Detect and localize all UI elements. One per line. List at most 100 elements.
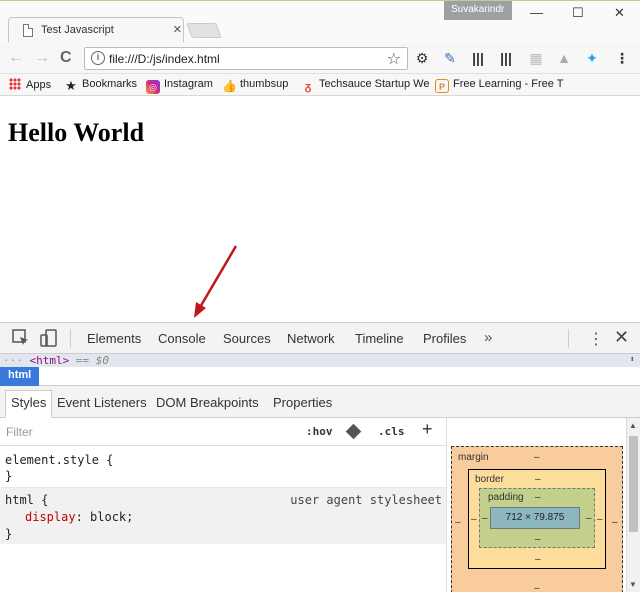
devtools-panel: Elements Console Sources Network Timelin… — [0, 322, 640, 592]
margin-left-value[interactable]: – — [455, 517, 461, 528]
tab-timeline[interactable]: Timeline — [355, 331, 404, 346]
pattern-icon[interactable]: ▦ — [528, 50, 544, 66]
cls-toggle[interactable]: .cls — [378, 425, 405, 438]
node-suffix: == $0 — [75, 354, 109, 367]
tab-styles[interactable]: Styles — [5, 390, 53, 418]
maximize-button[interactable]: ☐ — [572, 5, 584, 21]
tab-event-listeners[interactable]: Event Listeners — [57, 395, 147, 410]
scroll-arrows-icon[interactable]: ⬍ — [630, 354, 635, 367]
border-left-value[interactable]: – — [471, 514, 477, 525]
filter-input[interactable] — [2, 422, 282, 442]
toolbar-divider — [70, 329, 71, 348]
scrollbar-thumb[interactable] — [629, 436, 638, 532]
new-rule-button[interactable]: + — [422, 419, 433, 440]
page-info-icon[interactable]: i — [91, 51, 105, 65]
padding-left-value[interactable]: – — [482, 513, 488, 524]
back-icon[interactable]: ← — [8, 49, 24, 67]
bookmark-free-learning[interactable]: P Free Learning - Free T — [435, 78, 563, 93]
scroll-down-icon[interactable]: ▼ — [629, 580, 637, 589]
bookmarks-bar: Apps ★ Bookmarks ◎ Instagram 👍 thumbsup ᵹ Te… — [0, 74, 640, 96]
tab-elements[interactable]: Elements — [87, 331, 141, 346]
eyedropper-icon[interactable]: ✎ — [442, 50, 458, 66]
element-style-rule[interactable]: element.style { } — [0, 446, 446, 488]
bookmark-label: thumbsup — [240, 78, 289, 90]
tab-dom-breakpoints[interactable]: DOM Breakpoints — [156, 395, 259, 410]
bookmark-star-icon[interactable]: ☆ — [387, 49, 401, 69]
node-dots: ··· — [3, 354, 23, 367]
bookmark-techsauce[interactable]: ᵹ Techsauce Startup We — [301, 78, 430, 94]
device-toolbar-icon[interactable] — [40, 329, 58, 347]
breadcrumb-html[interactable]: html — [0, 367, 40, 386]
padding-right-value[interactable]: – — [586, 513, 592, 524]
techsauce-icon: ᵹ — [304, 81, 312, 93]
tab-title: Test Javascript — [41, 24, 114, 36]
node-tag[interactable]: <html> — [30, 354, 70, 367]
padding-top-value[interactable]: – — [535, 492, 541, 503]
selected-node-line[interactable]: ··· <html> == $0 ⬍ — [0, 354, 640, 367]
twitter-icon[interactable]: ✦ — [584, 50, 600, 66]
tab-profiles[interactable]: Profiles — [423, 331, 466, 346]
tab-network[interactable]: Network — [287, 331, 335, 346]
rule-selector: element.style { — [5, 453, 114, 467]
bookmark-thumbsup[interactable]: 👍 thumbsup — [222, 78, 288, 93]
margin-top-value[interactable]: – — [534, 452, 540, 463]
tab-close-icon[interactable]: × — [173, 21, 182, 38]
bookmark-label: Bookmarks — [82, 78, 138, 90]
address-bar[interactable]: i file:///D:/js/index.html ☆ — [84, 47, 408, 70]
css-value[interactable]: block; — [90, 510, 133, 524]
padding-bottom-value[interactable]: – — [535, 534, 541, 545]
margin-bottom-value[interactable]: – — [534, 583, 540, 592]
devtools-close-icon[interactable]: ✕ — [614, 327, 629, 348]
bookmark-instagram[interactable]: ◎ Instagram — [146, 78, 213, 94]
border-bottom-value[interactable]: – — [535, 554, 541, 565]
scroll-up-icon[interactable]: ▲ — [629, 421, 637, 430]
styles-filter-bar: :hov .cls + — [0, 418, 446, 446]
bookmark-label: Apps — [26, 79, 52, 91]
packt-icon: P — [435, 79, 449, 93]
barcode-icon[interactable]: ||| — [470, 50, 486, 66]
browser-toolbar: ← → C i file:///D:/js/index.html ☆ ⚙ ✎ |… — [0, 42, 640, 74]
browser-tab[interactable]: Test Javascript × — [8, 17, 184, 44]
bookmark-bookmarks[interactable]: ★ Bookmarks — [64, 78, 137, 93]
border-top-value[interactable]: – — [535, 474, 541, 485]
devtools-menu-icon[interactable]: ⋮ — [588, 329, 604, 349]
forward-icon[interactable]: → — [34, 49, 50, 67]
html-rule[interactable]: html { user agent stylesheet display: bl… — [0, 488, 446, 544]
profile-badge[interactable]: Suvakarindr — [444, 1, 512, 20]
barcode-icon[interactable]: ||| — [498, 50, 514, 66]
tab-console[interactable]: Console — [158, 331, 206, 346]
box-model-margin[interactable]: margin – – – – border – – – – padding – … — [451, 446, 623, 592]
rule-source: user agent stylesheet — [290, 493, 442, 507]
thumbs-up-icon: 👍 — [222, 79, 237, 93]
margin-right-value[interactable]: – — [612, 517, 618, 528]
title-bar: Test Javascript × Suvakarindr — ☐ ✕ — [0, 0, 640, 44]
close-window-button[interactable]: ✕ — [614, 5, 625, 21]
box-model-padding[interactable]: padding – – – – 712 × 79.875 — [479, 488, 595, 548]
sidebar-scrollbar[interactable]: ▲ ▼ — [626, 418, 640, 592]
style-rules: element.style { } html { user agent styl… — [0, 446, 446, 592]
page-viewport: Hello World — [0, 96, 640, 322]
apps-grid-icon — [9, 78, 21, 90]
minimize-button[interactable]: — — [530, 5, 543, 20]
tab-properties[interactable]: Properties — [273, 395, 332, 410]
devtools-tab-bar: Elements Console Sources Network Timelin… — [0, 323, 640, 354]
element-state-icon[interactable] — [345, 423, 362, 440]
bookmark-apps[interactable]: Apps — [9, 78, 51, 91]
menu-icon[interactable]: ⋮ — [614, 50, 630, 66]
border-right-value[interactable]: – — [597, 514, 603, 525]
url-text[interactable]: file:///D:/js/index.html — [109, 52, 220, 66]
tab-sources[interactable]: Sources — [223, 331, 271, 346]
box-model-pane: margin – – – – border – – – – padding – … — [446, 418, 626, 592]
rule-declaration[interactable]: display: block; — [5, 509, 441, 526]
gear-icon[interactable]: ⚙ — [414, 50, 430, 66]
css-property[interactable]: display — [25, 510, 76, 524]
box-model-border[interactable]: border – – – – padding – – – – 712 × 79.… — [468, 469, 606, 569]
box-model-content[interactable]: 712 × 79.875 — [490, 507, 580, 529]
more-tabs-icon[interactable]: » — [484, 329, 492, 346]
border-label: border — [475, 474, 504, 485]
inspect-element-icon[interactable] — [12, 329, 30, 347]
reload-icon[interactable]: C — [60, 49, 72, 67]
new-tab-button[interactable] — [186, 23, 222, 38]
hov-toggle[interactable]: :hov — [306, 425, 333, 438]
drive-icon[interactable]: ▲ — [556, 50, 572, 66]
